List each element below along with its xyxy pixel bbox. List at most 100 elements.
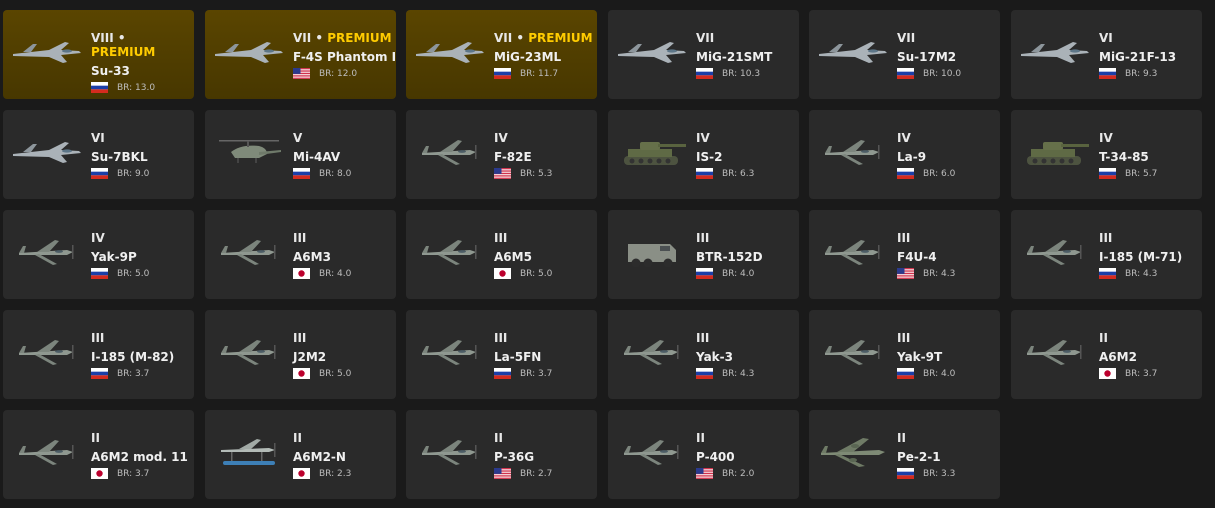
rank-line: VIII • PREMIUM	[91, 31, 156, 59]
prop-vehicle-icon	[211, 228, 287, 274]
battle-rating: BR: 10.3	[722, 68, 761, 79]
br-row: BR: 9.3	[1099, 68, 1198, 79]
vehicle-info: VI MiG-21F-13 BR: 9.3	[1099, 31, 1198, 79]
vehicle-card[interactable]: III BTR-152D BR: 4.0	[608, 210, 799, 299]
vehicle-card[interactable]: IV IS-2 BR: 6.3	[608, 110, 799, 199]
vehicle-info: VI Su-7BKL BR: 9.0	[91, 131, 190, 179]
vehicle-info: III La-5FN BR: 3.7	[494, 331, 593, 379]
vehicle-info: III I-185 (M-82) BR: 3.7	[91, 331, 190, 379]
vehicle-info: VII • PREMIUM F-4S Phantom II BR: 12.0	[293, 31, 396, 79]
rank-label: IV	[91, 231, 105, 245]
vehicle-name: A6M5	[494, 250, 532, 264]
vehicle-card[interactable]: II P-36G BR: 2.7	[406, 410, 597, 499]
vehicle-card[interactable]: II A6M2-N BR: 2.3	[205, 410, 396, 499]
heli-vehicle-icon	[211, 128, 287, 174]
battle-rating: BR: 8.0	[319, 168, 352, 179]
battle-rating: BR: 13.0	[117, 82, 156, 93]
rank-label: IV	[696, 131, 710, 145]
prop-vehicle-icon	[211, 328, 287, 374]
japan-flag-icon	[293, 268, 310, 279]
rank-line: II	[696, 431, 795, 445]
rank-line: III	[1099, 231, 1198, 245]
vehicle-name: MiG-23ML	[494, 50, 562, 64]
vehicle-card[interactable]: II A6M2 mod. 11 BR: 3.7	[3, 410, 194, 499]
vehicle-card[interactable]: V Mi-4AV BR: 8.0	[205, 110, 396, 199]
vehicle-card[interactable]: IV T-34-85 BR: 5.7	[1011, 110, 1202, 199]
vehicle-card[interactable]: VII • PREMIUM MiG-23ML BR: 11.7	[406, 10, 597, 99]
battle-rating: BR: 4.3	[722, 368, 755, 379]
vehicle-name: F4U-4	[897, 250, 937, 264]
vehicle-card[interactable]: III J2M2 BR: 5.0	[205, 310, 396, 399]
battle-rating: BR: 5.0	[319, 368, 352, 379]
rank-label: VI	[91, 131, 105, 145]
battle-rating: BR: 6.0	[923, 168, 956, 179]
vehicle-card[interactable]: VIII • PREMIUM Su-33 BR: 13.0	[3, 10, 194, 99]
rank-label: VI	[1099, 31, 1113, 45]
vehicle-card[interactable]: II Pe-2-1 BR: 3.3	[809, 410, 1000, 499]
br-row: BR: 2.3	[293, 468, 392, 479]
vehicle-grid: VIII • PREMIUM Su-33 BR: 13.0 VII • PREM…	[0, 0, 1215, 508]
premium-label: PREMIUM	[528, 31, 593, 45]
vehicle-card[interactable]: IV Yak-9P BR: 5.0	[3, 210, 194, 299]
vehicle-card[interactable]: VI MiG-21F-13 BR: 9.3	[1011, 10, 1202, 99]
rank-label: IV	[494, 131, 508, 145]
vehicle-card[interactable]: II P-400 BR: 2.0	[608, 410, 799, 499]
br-row: BR: 5.0	[293, 368, 392, 379]
vehicle-card[interactable]: III A6M5 BR: 5.0	[406, 210, 597, 299]
vehicle-card[interactable]: VII • PREMIUM F-4S Phantom II BR: 12.0	[205, 10, 396, 99]
rank-line: IV	[696, 131, 795, 145]
rank-line: IV	[91, 231, 190, 245]
rank-line: III	[897, 331, 996, 345]
russia-flag-icon	[1099, 268, 1116, 279]
vehicle-card[interactable]: III F4U-4 BR: 4.3	[809, 210, 1000, 299]
jet-vehicle-icon	[9, 28, 85, 74]
rank-label: VII	[897, 31, 916, 45]
vehicle-card[interactable]: II A6M2 BR: 3.7	[1011, 310, 1202, 399]
rank-label: V	[293, 131, 303, 145]
rank-label: VII	[293, 31, 312, 45]
br-row: BR: 4.0	[293, 268, 392, 279]
battle-rating: BR: 5.7	[1125, 168, 1158, 179]
rank-label: IV	[1099, 131, 1113, 145]
vehicle-card[interactable]: III I-185 (M-82) BR: 3.7	[3, 310, 194, 399]
vehicle-card[interactable]: III Yak-9T BR: 4.0	[809, 310, 1000, 399]
vehicle-card[interactable]: VI Su-7BKL BR: 9.0	[3, 110, 194, 199]
russia-flag-icon	[91, 268, 108, 279]
vehicle-card[interactable]: VII Su-17M2 BR: 10.0	[809, 10, 1000, 99]
usa-flag-icon	[494, 168, 511, 179]
prop-vehicle-icon	[1017, 328, 1093, 374]
battle-rating: BR: 11.7	[520, 68, 559, 79]
br-row: BR: 3.7	[494, 368, 593, 379]
br-row: BR: 5.0	[91, 268, 190, 279]
rank-label: VII	[494, 31, 513, 45]
vehicle-name: BTR-152D	[696, 250, 763, 264]
br-row: BR: 6.3	[696, 168, 795, 179]
rank-label: III	[897, 331, 911, 345]
vehicle-card[interactable]: III I-185 (M-71) BR: 4.3	[1011, 210, 1202, 299]
battle-rating: BR: 5.0	[520, 268, 553, 279]
rank-label: III	[696, 231, 710, 245]
vehicle-card[interactable]: III A6M3 BR: 4.0	[205, 210, 396, 299]
vehicle-name: Pe-2-1	[897, 450, 941, 464]
rank-line: III	[897, 231, 996, 245]
vehicle-info: II A6M2 BR: 3.7	[1099, 331, 1198, 379]
rank-label: III	[494, 331, 508, 345]
rank-line: VII • PREMIUM	[494, 31, 593, 45]
jet-vehicle-icon	[211, 28, 287, 74]
battle-rating: BR: 3.3	[923, 468, 956, 479]
battle-rating: BR: 9.0	[117, 168, 150, 179]
rank-line: II	[494, 431, 593, 445]
vehicle-name: Su-33	[91, 64, 130, 78]
battle-rating: BR: 4.3	[923, 268, 956, 279]
jet-vehicle-icon	[1017, 28, 1093, 74]
russia-flag-icon	[696, 368, 713, 379]
vehicle-info: III J2M2 BR: 5.0	[293, 331, 392, 379]
vehicle-card[interactable]: IV La-9 BR: 6.0	[809, 110, 1000, 199]
rank-label: II	[897, 431, 906, 445]
rank-line: VI	[91, 131, 190, 145]
vehicle-card[interactable]: VII MiG-21SMT BR: 10.3	[608, 10, 799, 99]
vehicle-card[interactable]: IV F-82E BR: 5.3	[406, 110, 597, 199]
vehicle-name: P-36G	[494, 450, 535, 464]
vehicle-card[interactable]: III Yak-3 BR: 4.3	[608, 310, 799, 399]
vehicle-card[interactable]: III La-5FN BR: 3.7	[406, 310, 597, 399]
